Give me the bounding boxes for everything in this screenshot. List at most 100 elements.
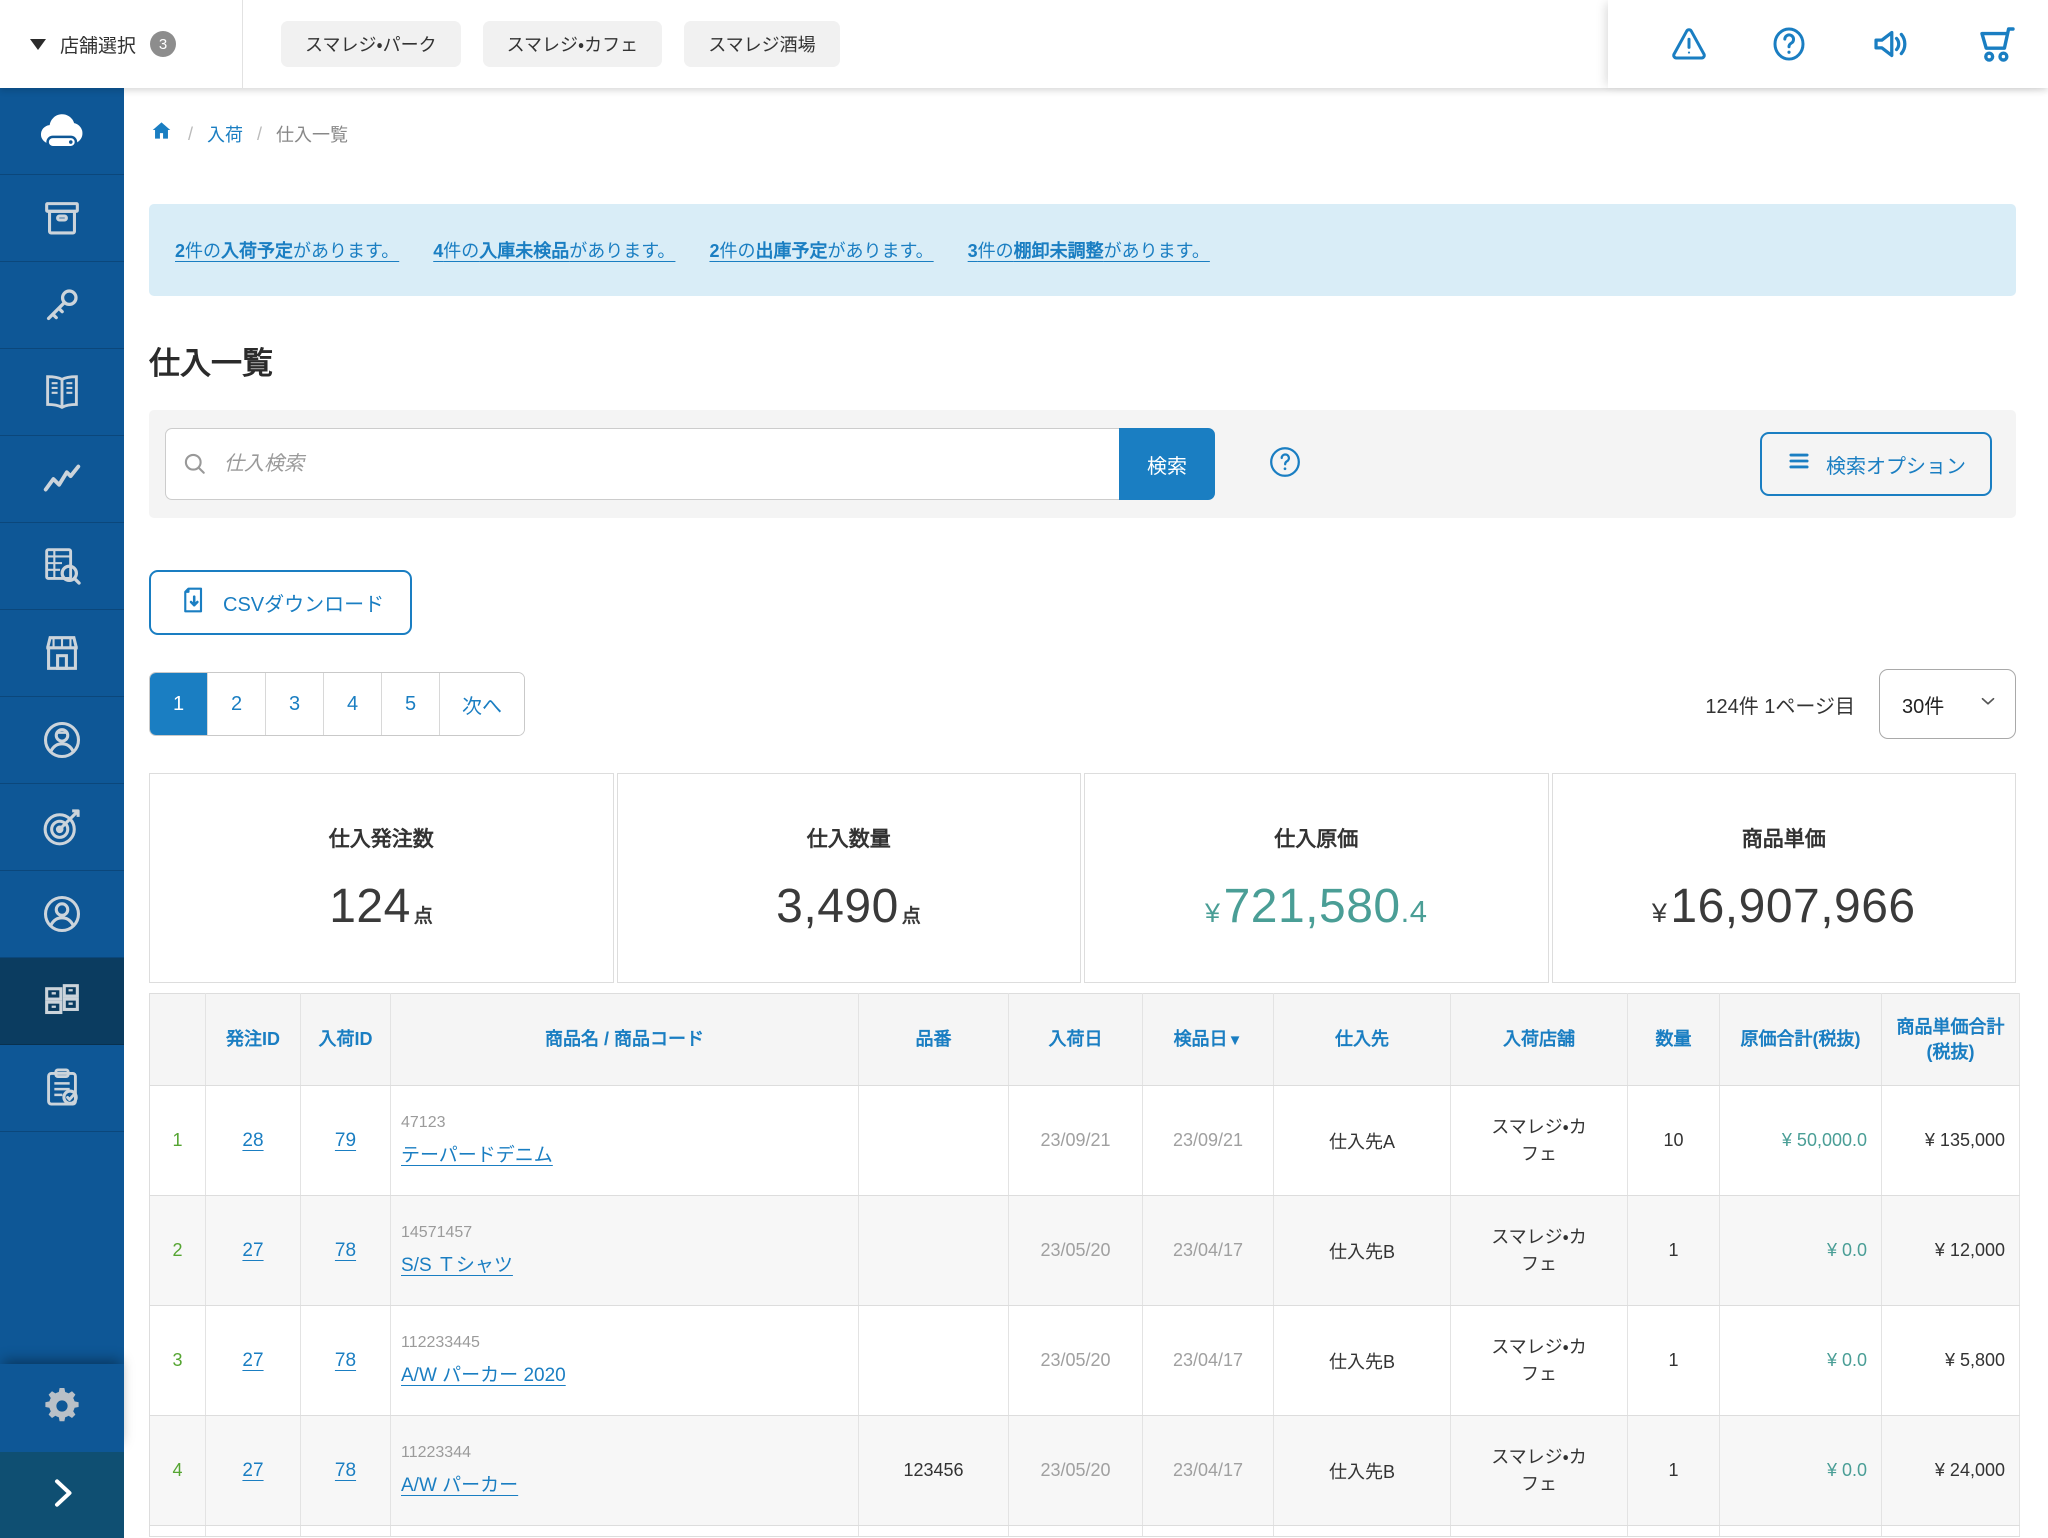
arrival-id-link[interactable]: 78 [335, 1460, 356, 1481]
main-content: / 入荷 / 仕入一覧 2件の入荷予定があります。 4件の入庫未検品があります。… [124, 0, 2048, 1537]
arrival-date: 23/05/20 [1009, 1306, 1143, 1416]
order-id-link[interactable]: 28 [242, 1130, 263, 1151]
unit-price-total: ¥ 135,000 [1882, 1086, 2020, 1196]
notice-link-arrival[interactable]: 2件の入荷予定があります。 [175, 237, 399, 263]
header-inspection-date[interactable]: 検品日▼ [1143, 994, 1274, 1086]
chevron-right-icon [42, 1473, 82, 1518]
sidebar-spacer [0, 1132, 124, 1364]
cloud-icon [35, 104, 89, 158]
search-button[interactable]: 検索 [1119, 428, 1215, 500]
inspection-date: 23/04/17 [1143, 1416, 1274, 1526]
order-id-link[interactable]: 27 [242, 1240, 263, 1261]
home-icon [149, 128, 174, 148]
cart-icon[interactable] [1972, 20, 2020, 68]
table-row: 2 27 78 14571457S/S Ｔシャツ 23/05/20 23/04/… [150, 1196, 2020, 1306]
store-selector[interactable]: 店舗選択 3 [0, 0, 243, 88]
page-button-5[interactable]: 5 [382, 673, 440, 735]
sidebar-item-customers[interactable] [0, 871, 124, 958]
sidebar-item-keys[interactable] [0, 262, 124, 349]
arrival-id-link[interactable]: 78 [335, 1350, 356, 1371]
chevron-down-icon [1977, 690, 1999, 718]
product-name-link[interactable]: A/W パーカー 2020 [401, 1365, 566, 1386]
sidebar-item-cloud[interactable] [0, 88, 124, 175]
store-tab-park[interactable]: スマレジ・パーク [281, 21, 461, 67]
unit-price-total: ¥ 12,000 [1882, 1196, 2020, 1306]
store-tabs: スマレジ・パーク スマレジ・カフェ スマレジ酒場 [281, 0, 840, 88]
row-number: 4 [150, 1416, 206, 1526]
sidebar-item-reports[interactable] [0, 523, 124, 610]
table-row [150, 1526, 2020, 1537]
inspection-date: 23/04/17 [1143, 1196, 1274, 1306]
sidebar-item-staff[interactable] [0, 697, 124, 784]
sidebar-item-store[interactable] [0, 610, 124, 697]
csv-download-button[interactable]: CSVダウンロード [149, 570, 412, 635]
unit-price-total: ¥ 24,000 [1882, 1416, 2020, 1526]
table-row: 1 28 79 47123テーパードデニム 23/09/21 23/09/21 … [150, 1086, 2020, 1196]
sort-desc-icon: ▼ [1228, 1032, 1243, 1049]
store-tab-cafe[interactable]: スマレジ・カフェ [483, 21, 663, 67]
page-button-3[interactable]: 3 [266, 673, 324, 735]
purchase-table: 発注ID 入荷ID 商品名 / 商品コード 品番 入荷日 検品日▼ 仕入先 入荷… [149, 993, 2020, 1537]
row-number: 3 [150, 1306, 206, 1416]
breadcrumb-home-link[interactable] [149, 119, 174, 149]
search-options-button[interactable]: 検索オプション [1760, 432, 1992, 496]
header-arrival-id[interactable]: 入荷ID [301, 994, 391, 1086]
sidebar-item-inventory[interactable] [0, 958, 124, 1045]
notice-link-uninspected[interactable]: 4件の入庫未検品があります。 [433, 237, 675, 263]
page-size-select[interactable]: 30件 [1879, 669, 2016, 739]
key-icon [39, 282, 85, 328]
header-product[interactable]: 商品名 / 商品コード [391, 994, 859, 1086]
sidebar-item-catalog[interactable] [0, 349, 124, 436]
header-order-id[interactable]: 発注ID [206, 994, 301, 1086]
arrival-date: 23/09/21 [1009, 1086, 1143, 1196]
header-cost-total[interactable]: 原価合計(税抜) [1720, 994, 1882, 1086]
announcement-icon[interactable] [1868, 21, 1914, 67]
header-quantity[interactable]: 数量 [1628, 994, 1720, 1086]
product-name-link[interactable]: テーパードデニム [401, 1145, 553, 1166]
alert-icon[interactable] [1668, 23, 1710, 65]
summary-card-quantity: 仕入数量 3,490点 [617, 773, 1082, 983]
header-store[interactable]: 入荷店舗 [1451, 994, 1628, 1086]
inspection-date: 23/04/17 [1143, 1306, 1274, 1416]
sidebar-item-analytics[interactable] [0, 436, 124, 523]
search-help-button[interactable] [1267, 444, 1303, 485]
dropdown-caret-icon [30, 39, 46, 50]
product-name-link[interactable]: S/S Ｔシャツ [401, 1255, 513, 1276]
sidebar-item-settings[interactable] [0, 1364, 124, 1452]
arrival-id-link[interactable]: 79 [335, 1130, 356, 1151]
arrival-date: 23/05/20 [1009, 1196, 1143, 1306]
header-part-number[interactable]: 品番 [859, 994, 1009, 1086]
header-supplier[interactable]: 仕入先 [1274, 994, 1451, 1086]
product-code: 11223344 [401, 1444, 848, 1462]
cost-total: ¥ 50,000.0 [1720, 1086, 1882, 1196]
topbar-icon-group [1608, 0, 2048, 88]
header-arrival-date[interactable]: 入荷日 [1009, 994, 1143, 1086]
breadcrumb-section-link[interactable]: 入荷 [207, 121, 243, 147]
product-name-link[interactable]: A/W パーカー [401, 1475, 518, 1496]
order-id-link[interactable]: 27 [242, 1350, 263, 1371]
list-controls: 1 2 3 4 5 次へ 124件 1ページ目 30件 [149, 665, 2016, 743]
search-input[interactable] [165, 428, 1119, 500]
help-icon[interactable] [1768, 23, 1810, 65]
store-tab-sakaba[interactable]: スマレジ酒場 [684, 21, 839, 67]
order-id-link[interactable]: 27 [242, 1460, 263, 1481]
sidebar-item-products[interactable] [0, 175, 124, 262]
notice-link-stocktake[interactable]: 3件の棚卸未調整があります。 [968, 237, 1210, 263]
page-button-1[interactable]: 1 [150, 673, 208, 735]
arrival-store: スマレジ・カフェ [1451, 1306, 1628, 1416]
sidebar-item-target[interactable] [0, 784, 124, 871]
breadcrumb-separator: / [257, 124, 262, 145]
page-button-2[interactable]: 2 [208, 673, 266, 735]
product-code: 14571457 [401, 1224, 848, 1242]
hamburger-icon [1786, 448, 1812, 480]
next-page-button[interactable]: 次へ [440, 673, 524, 735]
sidebar-item-tasks[interactable] [0, 1045, 124, 1132]
breadcrumb-current: 仕入一覧 [276, 121, 348, 147]
store-selector-label: 店舗選択 [60, 31, 136, 58]
header-unit-price-total[interactable]: 商品単価合計(税抜) [1882, 994, 2020, 1086]
arrival-id-link[interactable]: 78 [335, 1240, 356, 1261]
sidebar-expand-button[interactable] [0, 1452, 124, 1538]
notice-link-shipping[interactable]: 2件の出庫予定があります。 [709, 237, 933, 263]
product-code: 112233445 [401, 1334, 848, 1352]
page-button-4[interactable]: 4 [324, 673, 382, 735]
